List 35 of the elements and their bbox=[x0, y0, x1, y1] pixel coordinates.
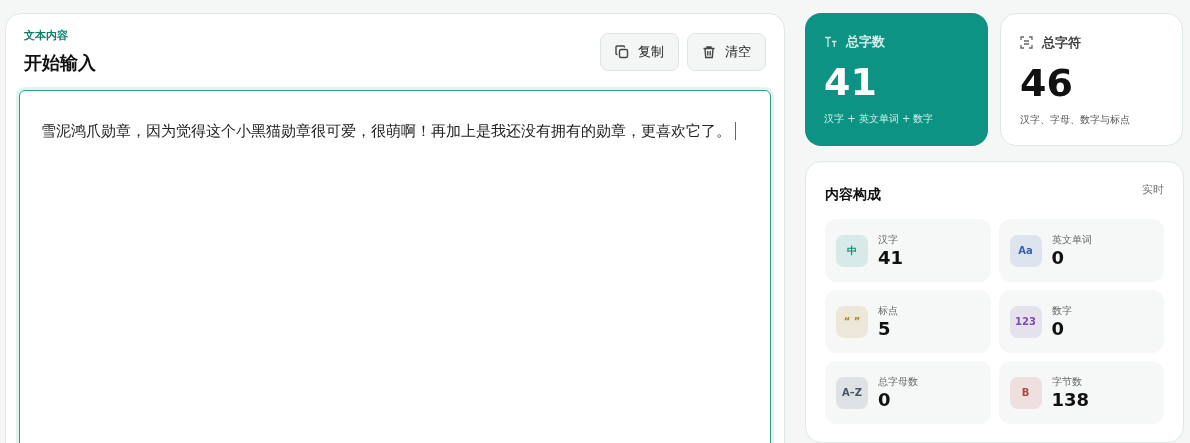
metric-glyph: “ ” bbox=[836, 305, 868, 338]
metric-glyph: A–Z bbox=[836, 376, 868, 409]
metric-value: 0 bbox=[878, 388, 892, 411]
metric-glyph: 123 bbox=[1009, 305, 1042, 338]
metric-value: 138 bbox=[1051, 388, 1090, 411]
stat-label: 总字数 bbox=[846, 33, 885, 51]
metric-glyph: Aa bbox=[1009, 234, 1042, 267]
text-input-field[interactable]: 雪泥鸿爪勋章，因为觉得这个小黑猫勋章很可爱，很萌啊！再加上是我还没有拥有的勋章，更喜欢它了。 bbox=[19, 89, 771, 443]
metric-value: 41 bbox=[878, 246, 904, 269]
metric-label: 数字 bbox=[1051, 303, 1072, 318]
metric-label: 汉字 bbox=[878, 232, 899, 247]
composition-title: 内容构成 bbox=[825, 185, 881, 204]
text-size-icon bbox=[824, 35, 837, 48]
metric-label: 字节数 bbox=[1051, 374, 1083, 389]
copy-icon bbox=[615, 45, 629, 59]
stat-label: 总字符 bbox=[1042, 34, 1081, 52]
stat-caption: 汉字、字母、数字与标点 bbox=[1020, 112, 1131, 127]
scan-icon bbox=[1020, 36, 1033, 50]
metric-glyph: B bbox=[1009, 376, 1042, 409]
copy-button[interactable]: 复制 bbox=[600, 33, 679, 71]
metric-label: 标点 bbox=[878, 303, 898, 318]
trash-icon bbox=[702, 45, 716, 59]
metric-label: 英文单词 bbox=[1051, 232, 1092, 247]
clear-button[interactable]: 清空 bbox=[687, 33, 766, 71]
stat-value: 41 bbox=[824, 62, 878, 101]
metric-value: 5 bbox=[878, 317, 892, 340]
live-label: 实时 bbox=[1142, 182, 1164, 198]
metric-label: 总字母数 bbox=[878, 374, 918, 389]
metric-glyph: 中 bbox=[836, 234, 868, 267]
section-label: 文本内容 bbox=[24, 28, 69, 44]
metric-value: 0 bbox=[1051, 246, 1066, 269]
editor-title: 开始输入 bbox=[24, 50, 96, 75]
metric-value: 0 bbox=[1051, 317, 1066, 340]
stat-caption: 汉字 + 英文单词 + 数字 bbox=[824, 111, 935, 126]
stat-value: 46 bbox=[1020, 63, 1074, 102]
